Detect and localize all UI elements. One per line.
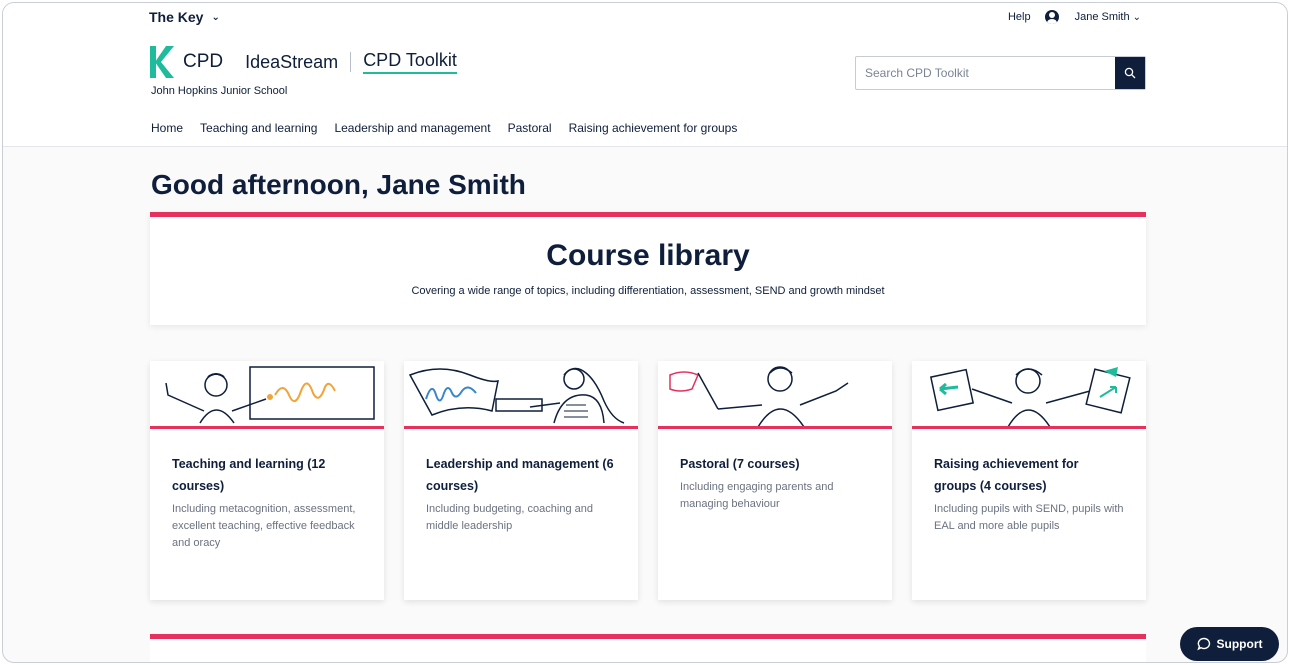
card-title: Leadership and management (6 courses) [426, 457, 614, 493]
teaching-illustration [150, 361, 384, 429]
course-library-subtitle: Covering a wide range of topics, includi… [411, 285, 885, 297]
school-name: John Hopkins Junior School [151, 85, 288, 97]
card-title: Teaching and learning (12 courses) [172, 457, 326, 493]
nav-pastoral[interactable]: Pastoral [508, 121, 552, 135]
search-button[interactable] [1115, 57, 1145, 89]
nav-raising-achievement[interactable]: Raising achievement for groups [569, 121, 738, 135]
user-menu[interactable]: Jane Smith ⌄ [1075, 11, 1141, 23]
brand-cpd[interactable]: CPD [183, 51, 223, 73]
the-key-label: The Key [149, 9, 204, 25]
nav-teaching-and-learning[interactable]: Teaching and learning [200, 121, 317, 135]
raising-achievement-illustration [912, 361, 1146, 429]
brand-bar: CPD IdeaStream CPD Toolkit [149, 45, 457, 79]
k-logo-icon[interactable] [149, 45, 177, 79]
next-section-banner [150, 634, 1146, 662]
chat-bubble-icon [1196, 637, 1210, 651]
the-key-menu[interactable]: The Key ⌄ [149, 9, 220, 25]
ideastream-link[interactable]: IdeaStream [245, 52, 338, 73]
user-name: Jane Smith [1074, 11, 1130, 23]
card-description: Including engaging parents and managing … [680, 481, 834, 510]
nav-leadership-and-management[interactable]: Leadership and management [334, 121, 490, 135]
course-card-raising-achievement[interactable]: Raising achievement for groups (4 course… [912, 361, 1146, 600]
course-library-banner: Course library Covering a wide range of … [150, 212, 1146, 325]
search-icon [1124, 67, 1136, 79]
card-description: Including pupils with SEND, pupils with … [934, 503, 1124, 532]
search-input[interactable] [856, 57, 1115, 89]
utility-bar: The Key ⌄ Help Jane Smith ⌄ [3, 3, 1287, 31]
search-box [855, 56, 1146, 90]
page-greeting: Good afternoon, Jane Smith [151, 169, 526, 200]
support-button[interactable]: Support [1180, 627, 1279, 661]
support-label: Support [1216, 637, 1263, 651]
cpd-toolkit-link[interactable]: CPD Toolkit [363, 50, 457, 74]
user-area: Help Jane Smith ⌄ [1008, 10, 1141, 24]
user-avatar-icon[interactable] [1044, 10, 1059, 24]
course-card-teaching[interactable]: Teaching and learning (12 courses) Inclu… [150, 361, 384, 600]
chevron-down-icon: ⌄ [211, 11, 220, 23]
card-title: Raising achievement for groups (4 course… [934, 457, 1079, 493]
app-frame: The Key ⌄ Help Jane Smith ⌄ CPD IdeaStre… [2, 2, 1288, 663]
help-link[interactable]: Help [1008, 11, 1031, 23]
card-title: Pastoral (7 courses) [680, 457, 800, 471]
brand-divider [350, 52, 352, 72]
course-library-title: Course library [546, 239, 750, 272]
leadership-illustration [404, 361, 638, 429]
course-card-pastoral[interactable]: Pastoral (7 courses) Including engaging … [658, 361, 892, 600]
course-card-leadership[interactable]: Leadership and management (6 courses) In… [404, 361, 638, 600]
card-description: Including metacognition, assessment, exc… [172, 503, 356, 549]
nav-home[interactable]: Home [151, 121, 183, 135]
main-nav: Home Teaching and learning Leadership an… [151, 121, 737, 135]
site-header: CPD IdeaStream CPD Toolkit John Hopkins … [3, 31, 1287, 147]
card-description: Including budgeting, coaching and middle… [426, 503, 593, 532]
course-cards: Teaching and learning (12 courses) Inclu… [150, 361, 1146, 600]
chevron-down-icon: ⌄ [1132, 11, 1141, 23]
pastoral-illustration [658, 361, 892, 429]
